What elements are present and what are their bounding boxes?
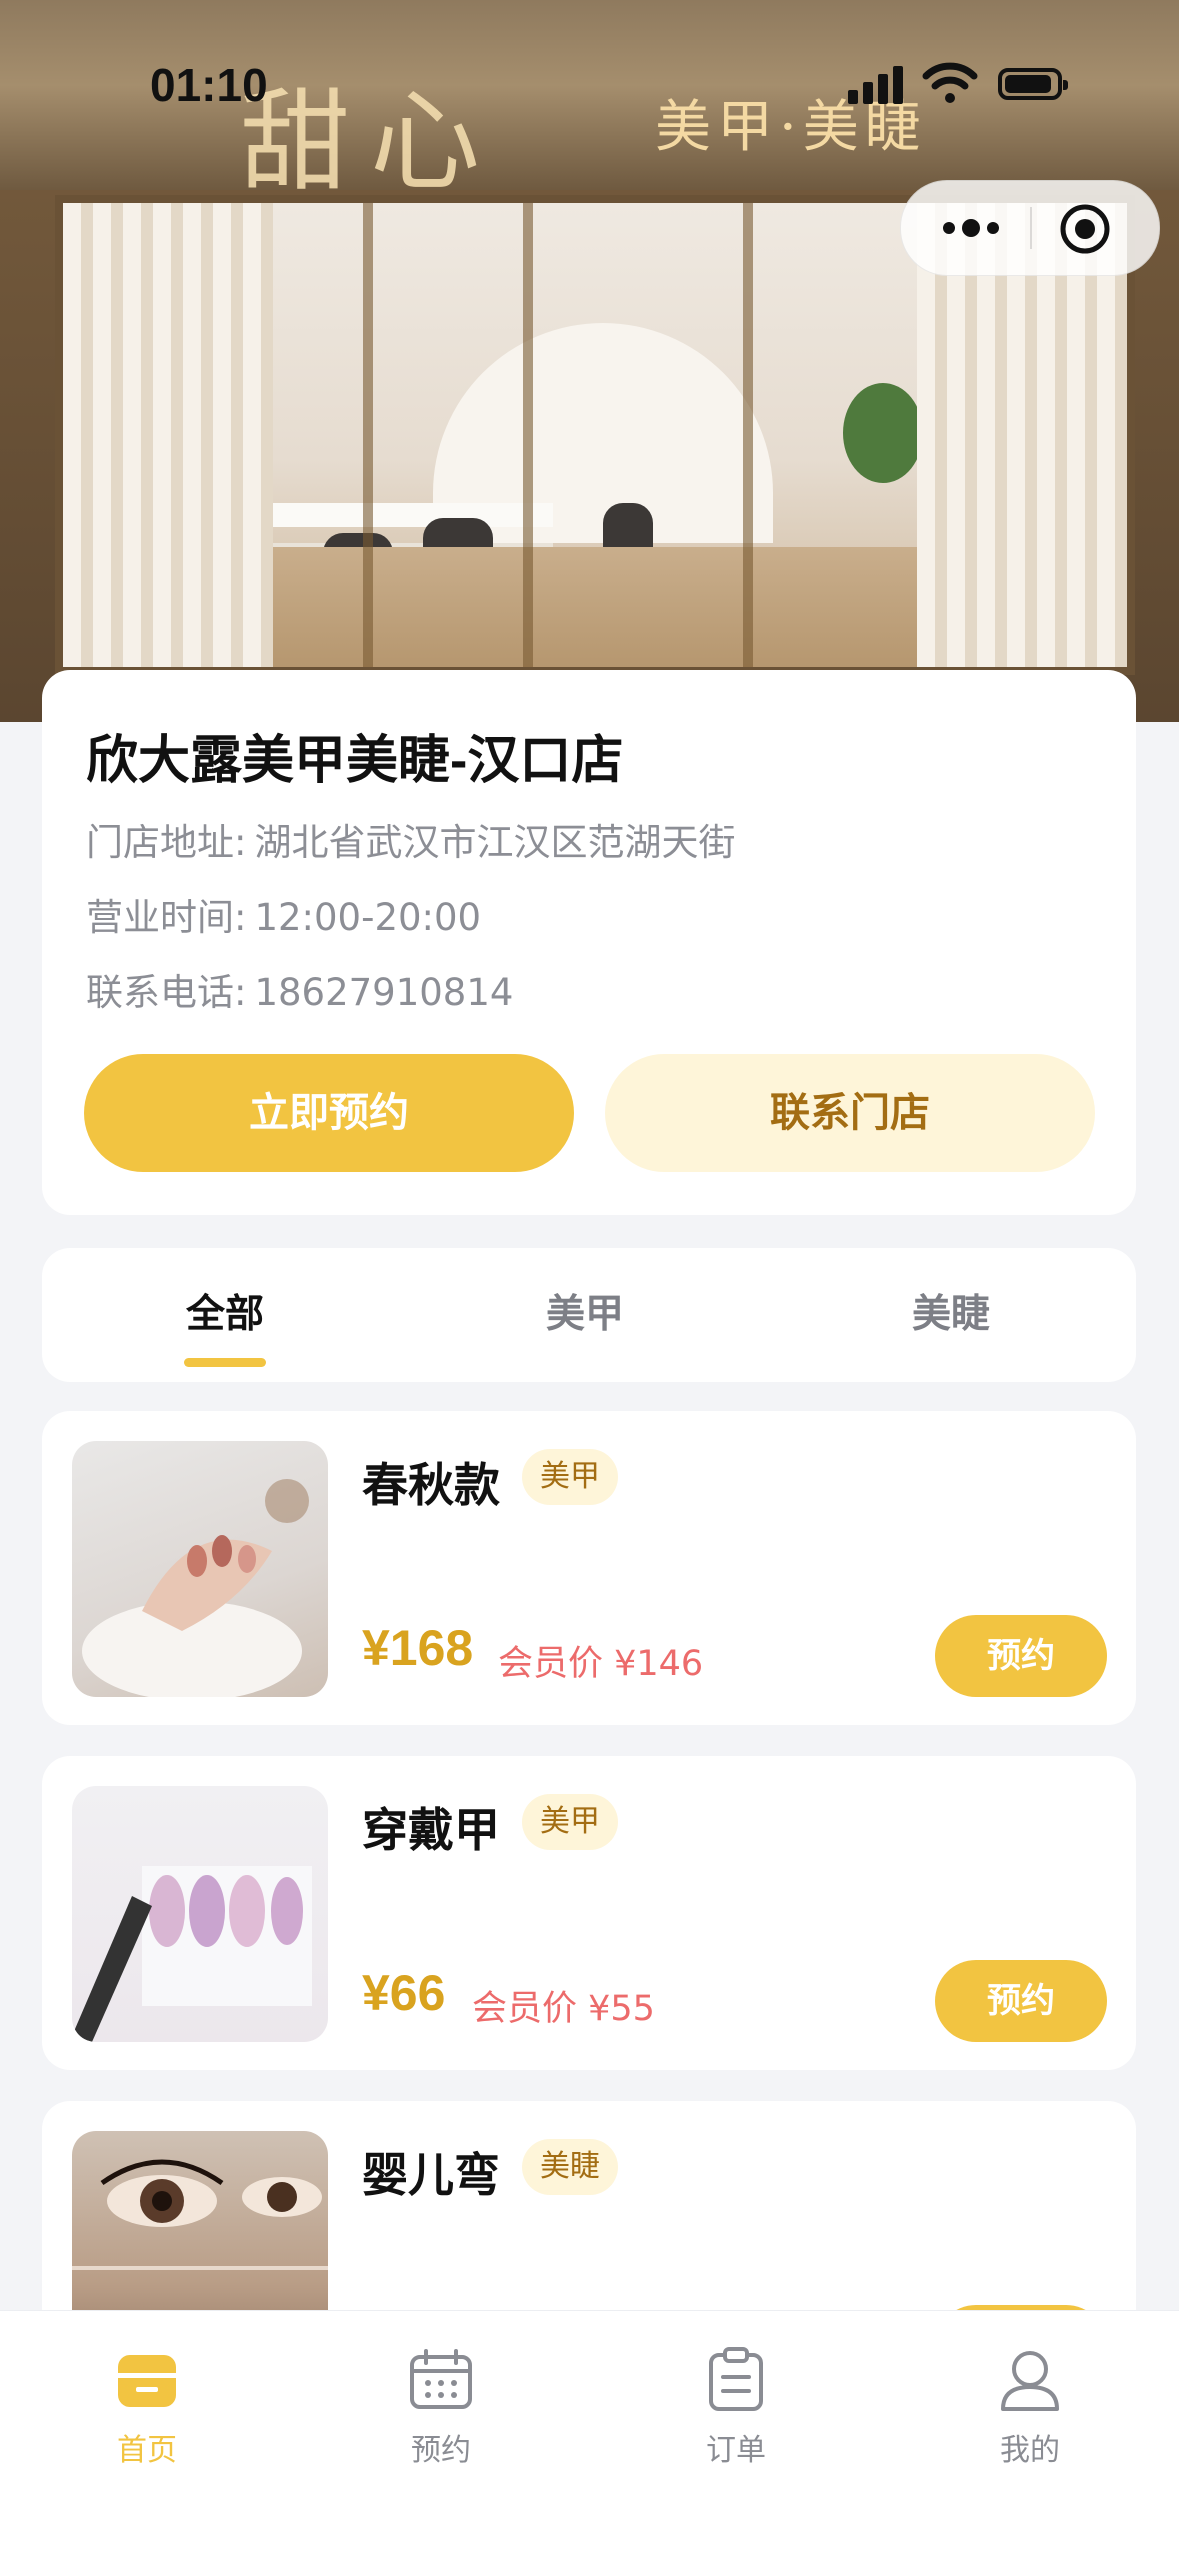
- cellular-signal-icon: [848, 64, 908, 104]
- phone-label: 联系电话:: [86, 971, 247, 1014]
- book-now-button[interactable]: 立即预约: [84, 1054, 574, 1172]
- miniprogram-capsule: [900, 180, 1160, 276]
- product-name: 穿戴甲: [362, 1804, 500, 1856]
- tab-nail[interactable]: 美甲: [494, 1248, 676, 1382]
- user-icon: [1001, 2351, 1059, 2411]
- tab-profile-label: 我的: [1000, 2433, 1060, 2468]
- store-hours-row: 营业时间: 12:00-20:00: [86, 887, 481, 941]
- tab-home-label: 首页: [117, 2433, 177, 2468]
- hours-label: 营业时间:: [86, 896, 247, 939]
- product-category-tag: 美甲: [522, 1449, 618, 1505]
- product-category-tag: 美甲: [522, 1794, 618, 1850]
- member-price: 会员价 ¥55: [472, 1989, 655, 2029]
- tab-profile[interactable]: 我的: [940, 2329, 1120, 2479]
- tab-orders[interactable]: 订单: [646, 2329, 826, 2479]
- wifi-icon: [922, 62, 978, 103]
- product-card[interactable]: 春秋款 美甲 ¥168 会员价 ¥146 预约: [42, 1411, 1136, 1725]
- address-label: 门店地址:: [86, 821, 247, 864]
- close-miniprogram-icon[interactable]: [1057, 201, 1113, 257]
- product-image: [72, 1786, 328, 2042]
- status-bar: 01:10: [0, 0, 1179, 111]
- status-time: 01:10: [150, 59, 268, 111]
- product-price: ¥66: [362, 1965, 446, 2021]
- phone-value[interactable]: 18627910814: [254, 971, 513, 1014]
- product-card[interactable]: 穿戴甲 美甲 ¥66 会员价 ¥55 预约: [42, 1756, 1136, 2070]
- tab-booking-label: 预约: [411, 2433, 471, 2468]
- hours-value: 12:00-20:00: [254, 896, 482, 939]
- product-name: 春秋款: [362, 1459, 500, 1511]
- store-address-row: 门店地址: 湖北省武汉市江汉区范湖天街: [86, 812, 735, 866]
- battery-icon: [998, 68, 1068, 100]
- category-tabs: 全部 美甲 美睫: [42, 1248, 1136, 1382]
- product-name: 婴儿弯: [362, 2149, 500, 2201]
- clipboard-icon: [709, 2347, 763, 2411]
- tab-lash[interactable]: 美睫: [860, 1248, 1042, 1382]
- tab-booking[interactable]: 预约: [351, 2329, 531, 2479]
- store-phone-row[interactable]: 联系电话: 18627910814: [86, 962, 513, 1016]
- bottom-tab-bar: 首页 预约 订单 我的: [0, 2310, 1179, 2557]
- calendar-icon: [410, 2349, 472, 2409]
- store-name: 欣大露美甲美睫-汉口店: [86, 732, 624, 790]
- product-image: [72, 1441, 328, 1697]
- address-value: 湖北省武汉市江汉区范湖天街: [254, 821, 736, 864]
- store-icon: [118, 2355, 176, 2407]
- member-price: 会员价 ¥146: [498, 1644, 704, 1684]
- active-tab-indicator: [184, 1358, 266, 1367]
- product-category-tag: 美睫: [522, 2139, 618, 2195]
- store-info-card: 欣大露美甲美睫-汉口店 门店地址: 湖北省武汉市江汉区范湖天街 营业时间: 12:0…: [42, 670, 1136, 1215]
- product-price: ¥168: [362, 1620, 474, 1676]
- contact-store-button[interactable]: 联系门店: [605, 1054, 1095, 1172]
- tab-orders-label: 订单: [706, 2433, 766, 2468]
- more-menu-icon[interactable]: [935, 203, 1007, 253]
- book-button[interactable]: 预约: [935, 1615, 1107, 1697]
- book-button[interactable]: 预约: [935, 1960, 1107, 2042]
- tab-home[interactable]: 首页: [57, 2329, 237, 2479]
